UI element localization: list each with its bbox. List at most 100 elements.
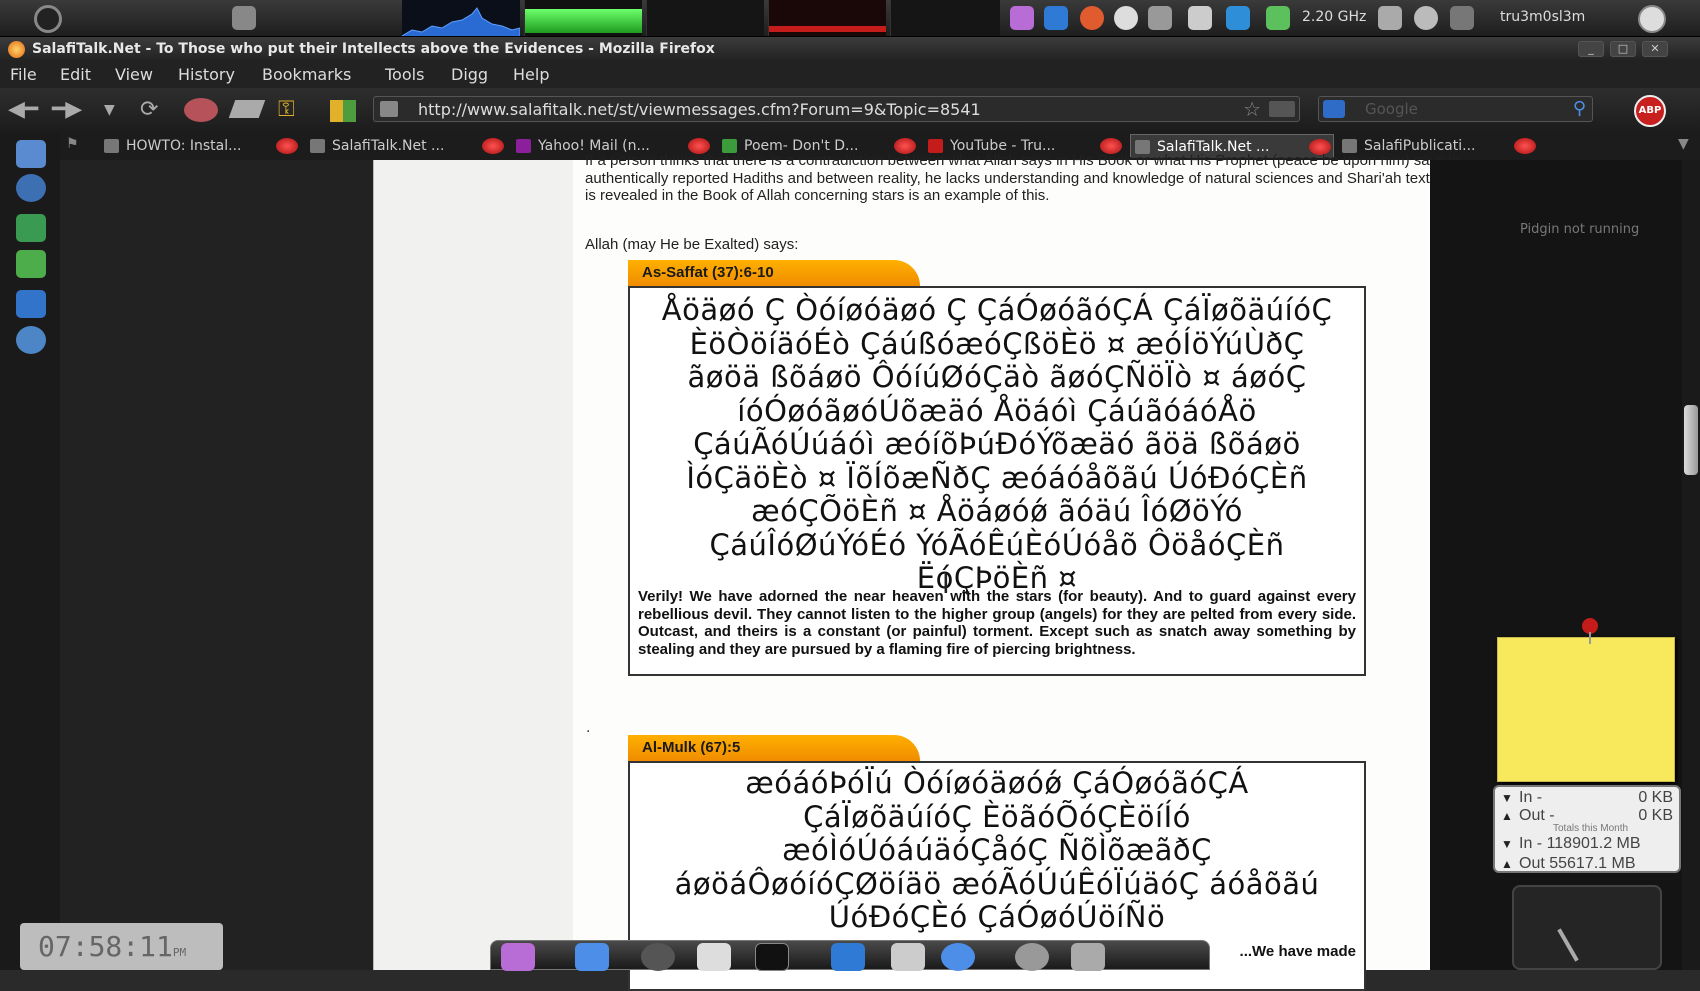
stop-icon[interactable] [184,98,218,122]
verse-reference-tab: As-Saffat (37):6-10 [628,260,920,286]
bookmark-star-icon[interactable]: ☆ [1243,97,1261,121]
verse-box: Åöäøó Ç Òóíøóäøó Ç ÇáÓøóãóÇÁ ÇáÏøõäúíóÇ … [628,286,1366,676]
display-icon[interactable] [1378,6,1402,30]
ubuntu-icon[interactable] [1080,6,1104,30]
moon-icon[interactable] [1114,6,1138,30]
url-text[interactable]: http://www.salafitalk.net/st/viewmessage… [418,100,981,119]
magnifier-icon[interactable] [1414,6,1438,30]
tab-howto[interactable]: HOWTO: Instal... [100,134,300,158]
netmon-in-label: In - [1519,789,1543,806]
sticky-note[interactable] [1497,618,1675,782]
tab-close-icon[interactable] [1514,138,1536,154]
analog-clock-widget [1512,885,1662,970]
pidgin-icon[interactable] [1044,6,1068,30]
arabic-line: æóáóÞóÏú Òóíøóäøóǿ ÇáÓøóãóÇÁ [745,766,1249,800]
url-bar[interactable]: http://www.salafitalk.net/st/viewmessage… [373,96,1300,122]
favicon-icon [516,139,531,153]
page-scrollbar[interactable] [1682,160,1700,970]
forward-icon[interactable]: ━▶ [52,98,82,122]
system-menu-icon[interactable] [34,5,62,33]
desktop-widgets-area: Pidgin not running ▼ In - 0 KB ▲ Out - 0… [1430,160,1700,970]
arabic-line: ÌóÇäöÈò ¤ ÏõÍõæÑðÇ æóáóåõãú ÚóÐóÇÈñ [686,460,1308,495]
tab-list-icon[interactable]: ⚑ [66,136,79,152]
tab-label: SalafiTalk.Net ... [332,138,445,154]
google-icon[interactable] [1323,100,1345,118]
dock-disc-icon[interactable] [641,943,675,971]
cpu-graph [401,0,521,37]
load-graph [890,0,1000,36]
site-icon [380,101,398,117]
update-icon[interactable] [1148,6,1172,30]
verse-reference-tab: Al-Mulk (67):5 [628,735,920,761]
window-title: SalafiTalk.Net - To Those who put their … [32,41,715,57]
page-content: If a person thinks that there is a contr… [573,152,1488,991]
addons-icon[interactable] [330,100,356,122]
network-monitor-widget: ▼ In - 0 KB ▲ Out - 0 KB Totals this Mon… [1493,785,1681,873]
menu-file[interactable]: File [10,65,37,84]
digital-clock: 07:58:11PM [20,923,223,970]
menu-bookmarks[interactable]: Bookmarks [262,65,351,84]
window-titlebar[interactable]: SalafiTalk.Net - To Those who put their … [0,37,1700,61]
in-arrow-icon: ▼ [1501,837,1513,851]
minimize-button[interactable]: _ [1578,41,1604,57]
network-icon[interactable] [1226,6,1250,30]
network-graph [768,0,886,36]
search-bar[interactable]: Google ⚲ [1318,96,1593,122]
menu-view[interactable]: View [115,65,153,84]
dock-note-icon[interactable] [891,943,925,971]
dock-editor-icon[interactable] [831,943,865,971]
dock-terminal-icon[interactable] [755,943,789,971]
downloads-icon[interactable] [16,214,46,242]
dock-folder-icon[interactable] [575,943,609,971]
adblock-icon[interactable]: ABP [1634,95,1666,127]
dock [490,940,1210,971]
reload-icon[interactable]: ⟳ [140,98,158,122]
close-button[interactable]: ✕ [1642,41,1668,57]
menu-help[interactable]: Help [513,65,549,84]
dock-clock-icon[interactable] [1015,943,1049,971]
netmon-out-label: Out - [1519,807,1555,824]
clock-icon[interactable] [16,174,46,202]
menu-tools[interactable]: Tools [385,65,424,84]
page-left-column [373,160,573,970]
dock-app-launcher-icon[interactable] [501,943,535,971]
keyboard-icon[interactable] [1188,6,1212,30]
tab-salafitalk-1[interactable]: SalafiTalk.Net ... [306,134,506,158]
firefox-icon [8,41,25,58]
window-icon[interactable] [1450,6,1474,30]
home-icon[interactable] [228,100,266,118]
dock-firefox-icon[interactable] [941,943,975,971]
back-icon[interactable]: ◀━ [8,98,38,122]
scrollbar-thumb[interactable] [1684,405,1698,475]
menu-digg[interactable]: Digg [451,65,488,84]
chat-icon[interactable] [16,326,46,354]
arabic-verse: æóáóÞóÏú Òóíøóäøóǿ ÇáÓøóãóÇÁ ÇáÏøõäúíóÇ … [638,766,1356,935]
dock-pidgin-icon[interactable] [697,943,731,971]
battery-icon[interactable] [1266,6,1290,30]
netmon-month-label: Totals this Month [1553,823,1629,834]
out-arrow-icon: ▲ [1501,857,1513,871]
user-menu[interactable]: tru3m0sl3m [1500,9,1585,25]
arabic-verse: Åöäøó Ç Òóíøóäøó Ç ÇáÓøóãóÇÁ ÇáÏøõäúíóÇ … [638,293,1356,596]
bookmarks-sidebar-icon[interactable] [16,140,46,168]
settings-icon[interactable] [16,290,46,318]
menu-edit[interactable]: Edit [60,65,91,84]
pushpin-stem [1589,632,1591,644]
screenshot-icon[interactable] [232,6,256,30]
tab-overflow-icon[interactable]: ▼ [1678,136,1689,152]
search-icon[interactable]: ⚲ [1573,98,1586,119]
url-dropdown-icon[interactable] [1269,101,1295,117]
tab-close-icon[interactable] [482,138,504,154]
app-launcher-icon[interactable] [1010,6,1034,30]
tab-close-icon[interactable] [276,138,298,154]
key-icon[interactable]: ⚿ [278,98,295,122]
history-dropdown-icon[interactable]: ▼ [104,98,115,122]
dock-trash-icon[interactable] [1071,943,1105,971]
menu-history[interactable]: History [178,65,235,84]
addon-puzzle-icon[interactable] [16,250,46,278]
arabic-line: Åöäøó Ç Òóíøóäøó Ç ÇáÓøóãóÇÁ ÇáÏøõäúíóÇ [661,293,1333,327]
arabic-line: íóÓøóãøóÚõæäó Åöáóì ÇáúãóáóÅö [737,393,1257,428]
in-arrow-icon: ▼ [1501,791,1513,805]
power-icon[interactable] [1638,5,1666,33]
maximize-button[interactable]: □ [1610,41,1636,57]
